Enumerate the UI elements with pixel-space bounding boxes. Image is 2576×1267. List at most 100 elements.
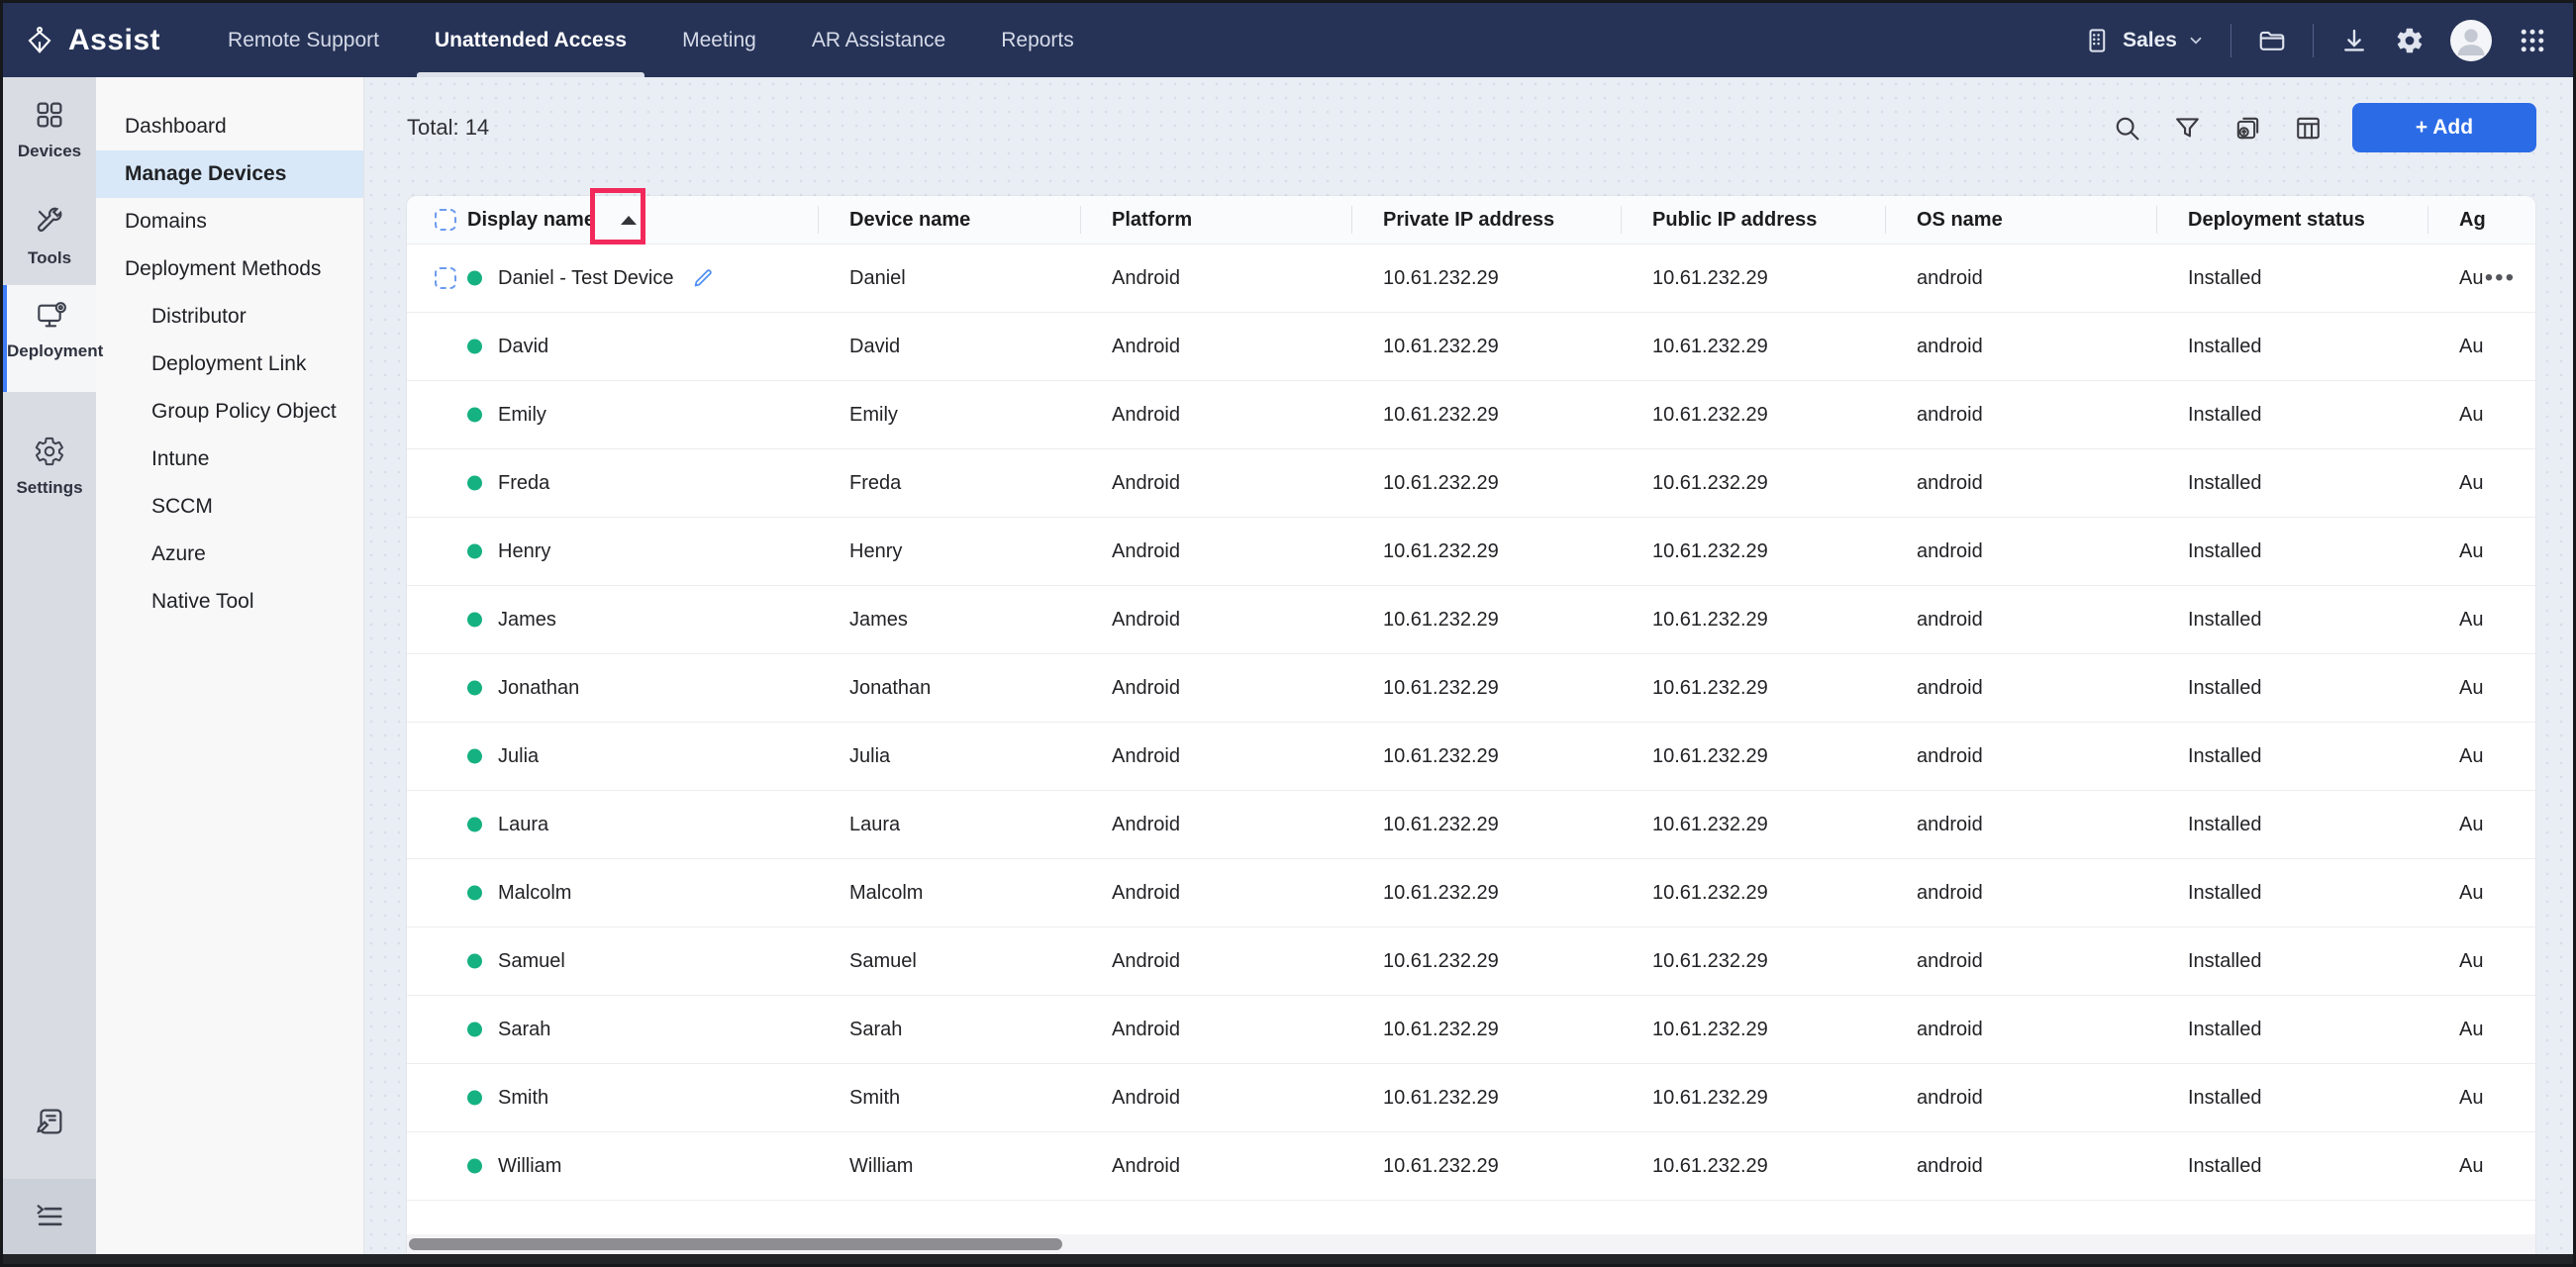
app-window: Assist Remote Support Unattended Access … bbox=[0, 0, 2576, 1267]
rail-label: Tools bbox=[3, 248, 96, 268]
deployment-status-cell: Installed bbox=[2156, 404, 2427, 427]
table-row[interactable]: Freda Freda Android 10.61.232.29 10.61.2… bbox=[407, 449, 2535, 518]
filter-icon[interactable] bbox=[2173, 114, 2202, 143]
rail-item-devices[interactable]: Devices bbox=[3, 85, 96, 173]
table-row[interactable]: Daniel - Test Device Daniel Android 10.6… bbox=[407, 244, 2535, 313]
user-silhouette-icon bbox=[2451, 21, 2491, 60]
column-header-private-ip[interactable]: Private IP address bbox=[1351, 196, 1621, 244]
edit-icon[interactable] bbox=[691, 266, 715, 290]
download-icon[interactable] bbox=[2339, 26, 2369, 55]
agent-cell: Au bbox=[2427, 267, 2535, 290]
rail-item-deployment[interactable]: Deployment bbox=[3, 285, 96, 392]
nav-item-meeting[interactable]: Meeting bbox=[654, 3, 784, 77]
nav-item-ar-assistance[interactable]: AR Assistance bbox=[784, 3, 973, 77]
folder-icon[interactable] bbox=[2257, 26, 2287, 55]
settings-gear-icon[interactable] bbox=[2395, 26, 2425, 55]
apps-grid-icon[interactable] bbox=[2518, 26, 2547, 55]
table-row[interactable]: Smith Smith Android 10.61.232.29 10.61.2… bbox=[407, 1064, 2535, 1132]
brand-title: Assist bbox=[68, 24, 160, 57]
row-menu-icon[interactable]: ••• bbox=[2485, 264, 2516, 292]
nav-item-remote-support[interactable]: Remote Support bbox=[200, 3, 407, 77]
column-header-platform[interactable]: Platform bbox=[1080, 196, 1351, 244]
private-ip-cell: 10.61.232.29 bbox=[1351, 609, 1621, 632]
nav-item-unattended-access[interactable]: Unattended Access bbox=[407, 3, 654, 77]
public-ip-cell: 10.61.232.29 bbox=[1621, 745, 1885, 768]
table-row[interactable]: Emily Emily Android 10.61.232.29 10.61.2… bbox=[407, 381, 2535, 449]
rail-label: Settings bbox=[3, 478, 96, 498]
sidebar-item-deployment-methods[interactable]: Deployment Methods bbox=[96, 245, 363, 293]
agent-cell: Au bbox=[2427, 1087, 2535, 1110]
sidebar-child-item[interactable]: Distributor bbox=[96, 293, 363, 341]
feedback-button[interactable] bbox=[3, 1105, 96, 1143]
platform-cell: Android bbox=[1080, 609, 1351, 632]
table-row[interactable]: Malcolm Malcolm Android 10.61.232.29 10.… bbox=[407, 859, 2535, 927]
public-ip-cell: 10.61.232.29 bbox=[1621, 882, 1885, 905]
row-checkbox[interactable] bbox=[435, 267, 456, 289]
toolbar-icons bbox=[2113, 114, 2323, 143]
platform-cell: Android bbox=[1080, 814, 1351, 836]
sidebar-item-manage-devices[interactable]: Manage Devices bbox=[96, 150, 363, 198]
public-ip-cell: 10.61.232.29 bbox=[1621, 472, 1885, 495]
feedback-icon bbox=[33, 1105, 66, 1138]
rail-item-tools[interactable]: Tools bbox=[3, 192, 96, 280]
column-header-display-name[interactable]: Display name bbox=[407, 196, 818, 244]
online-status-dot bbox=[467, 818, 482, 832]
platform-cell: Android bbox=[1080, 472, 1351, 495]
private-ip-cell: 10.61.232.29 bbox=[1351, 336, 1621, 358]
deployment-status-cell: Installed bbox=[2156, 472, 2427, 495]
table-row[interactable]: David David Android 10.61.232.29 10.61.2… bbox=[407, 313, 2535, 381]
assist-logo-icon bbox=[25, 26, 54, 55]
sidebar-child-item[interactable]: Azure bbox=[96, 531, 363, 578]
avatar[interactable] bbox=[2450, 20, 2492, 61]
agent-cell: Au bbox=[2427, 745, 2535, 768]
device-name-cell: Henry bbox=[818, 540, 1080, 563]
table-row[interactable]: Julia Julia Android 10.61.232.29 10.61.2… bbox=[407, 723, 2535, 791]
nav-item-reports[interactable]: Reports bbox=[973, 3, 1102, 77]
public-ip-cell: 10.61.232.29 bbox=[1621, 814, 1885, 836]
search-icon[interactable] bbox=[2113, 114, 2141, 143]
add-device-button[interactable]: + Add bbox=[2352, 103, 2536, 152]
content-area: Total: 14 bbox=[364, 77, 2573, 1254]
columns-icon[interactable] bbox=[2294, 114, 2323, 143]
column-header-public-ip[interactable]: Public IP address bbox=[1621, 196, 1885, 244]
table-row[interactable]: Henry Henry Android 10.61.232.29 10.61.2… bbox=[407, 518, 2535, 586]
sidebar-item-domains[interactable]: Domains bbox=[96, 198, 363, 245]
column-header-device-name[interactable]: Device name bbox=[818, 196, 1080, 244]
public-ip-cell: 10.61.232.29 bbox=[1621, 1155, 1885, 1178]
tools-icon bbox=[34, 206, 65, 238]
collapse-sidebar-button[interactable] bbox=[3, 1179, 96, 1254]
column-label: Display name bbox=[467, 209, 595, 232]
sidebar-item-dashboard[interactable]: Dashboard bbox=[96, 103, 363, 150]
select-all-checkbox[interactable] bbox=[435, 209, 456, 231]
brand[interactable]: Assist bbox=[3, 3, 200, 77]
rail-item-settings[interactable]: Settings bbox=[3, 422, 96, 510]
department-selector[interactable]: Sales bbox=[2083, 26, 2205, 55]
table-row[interactable]: Jonathan Jonathan Android 10.61.232.29 1… bbox=[407, 654, 2535, 723]
sidebar-child-item[interactable]: SCCM bbox=[96, 483, 363, 531]
sidebar-child-item[interactable]: Native Tool bbox=[96, 578, 363, 626]
display-name-cell: Malcolm bbox=[407, 859, 818, 926]
sidebar-child-item[interactable]: Deployment Link bbox=[96, 341, 363, 388]
online-status-dot bbox=[467, 476, 482, 491]
column-header-deployment-status[interactable]: Deployment status bbox=[2156, 196, 2427, 244]
column-header-agent[interactable]: Ag bbox=[2427, 196, 2535, 244]
display-name-text: Samuel bbox=[498, 950, 565, 973]
horizontal-scrollbar-thumb[interactable] bbox=[409, 1238, 1062, 1250]
agent-cell: Au bbox=[2427, 1155, 2535, 1178]
private-ip-cell: 10.61.232.29 bbox=[1351, 1155, 1621, 1178]
table-row[interactable]: Samuel Samuel Android 10.61.232.29 10.61… bbox=[407, 927, 2535, 996]
column-header-os-name[interactable]: OS name bbox=[1885, 196, 2156, 244]
public-ip-cell: 10.61.232.29 bbox=[1621, 1087, 1885, 1110]
sidebar-child-item[interactable]: Group Policy Object bbox=[96, 388, 363, 436]
device-name-cell: Daniel bbox=[818, 267, 1080, 290]
table-row[interactable]: Laura Laura Android 10.61.232.29 10.61.2… bbox=[407, 791, 2535, 859]
display-name-text: Malcolm bbox=[498, 882, 571, 905]
sidebar-child-item[interactable]: Intune bbox=[96, 436, 363, 483]
table-row[interactable]: Sarah Sarah Android 10.61.232.29 10.61.2… bbox=[407, 996, 2535, 1064]
table-row[interactable]: James James Android 10.61.232.29 10.61.2… bbox=[407, 586, 2535, 654]
table-row[interactable]: William William Android 10.61.232.29 10.… bbox=[407, 1132, 2535, 1201]
bulk-deployment-icon[interactable] bbox=[2233, 114, 2262, 143]
private-ip-cell: 10.61.232.29 bbox=[1351, 745, 1621, 768]
horizontal-scrollbar[interactable] bbox=[407, 1234, 2535, 1254]
sort-ascending-indicator[interactable] bbox=[621, 216, 637, 225]
